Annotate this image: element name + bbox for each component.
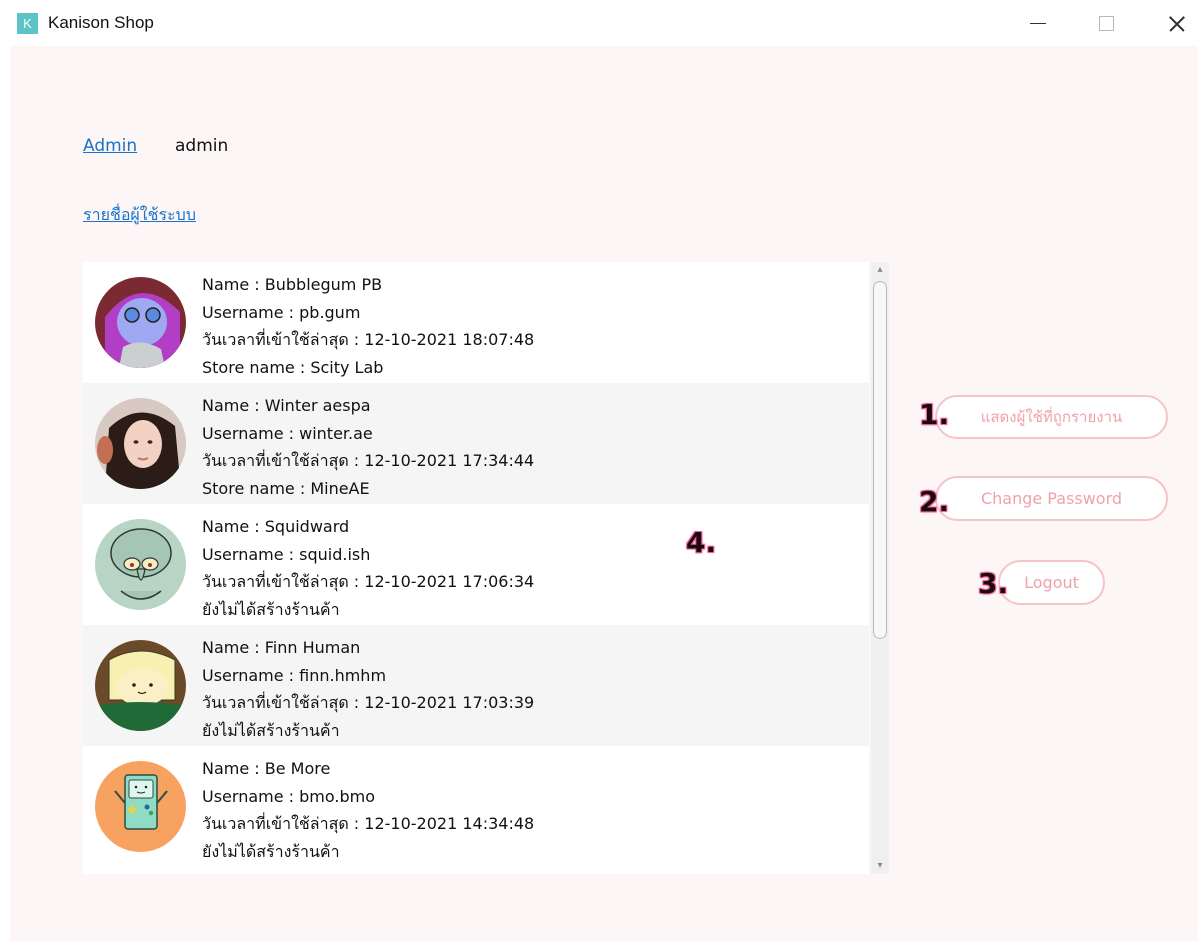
scroll-down-icon[interactable]: ▾ — [871, 858, 889, 874]
user-name: Name : Winter aespa — [202, 396, 371, 415]
annotation-marker-3: 3. — [978, 567, 1009, 600]
user-info: Name : Squidward Username : squid.ish วั… — [202, 513, 534, 624]
admin-link[interactable]: Admin — [83, 136, 137, 156]
user-username: Username : bmo.bmo — [202, 786, 375, 806]
change-password-button[interactable]: Change Password — [935, 476, 1168, 521]
user-last-login: วันเวลาที่เข้าใช้ล่าสุด : 12-10-2021 17:… — [202, 693, 535, 713]
window-title: Kanison Shop — [48, 13, 154, 32]
user-last-login: วันเวลาที่เข้าใช้ล่าสุด : 12-10-2021 17:… — [202, 572, 535, 592]
user-store: ยังไม่ได้สร้างร้านค้า — [202, 721, 340, 741]
annotation-marker-2: 2. — [919, 485, 950, 518]
user-name: Name : Be More — [202, 759, 331, 778]
user-username: Username : squid.ish — [202, 544, 371, 564]
user-store: Store name : MineAE — [202, 479, 370, 499]
user-username: Username : finn.hmhm — [202, 665, 387, 685]
scroll-up-icon[interactable]: ▴ — [871, 262, 889, 278]
user-username: Username : pb.gum — [202, 302, 361, 322]
photo-avatar-icon — [95, 398, 186, 489]
user-store: ยังไม่ได้สร้างร้านค้า — [202, 600, 340, 620]
user-name: Name : Squidward — [202, 517, 350, 536]
user-store: Store name : Scity Lab — [202, 358, 384, 378]
annotation-marker-4: 4. — [686, 526, 717, 559]
user-info: Name : Winter aespa Username : winter.ae… — [202, 392, 534, 503]
minimize-icon[interactable] — [1018, 8, 1058, 40]
user-username: Username : winter.ae — [202, 423, 373, 443]
finn-character-avatar-icon — [95, 640, 186, 731]
main-content: Admin admin รายชื่อผู้ใช้ระบบ Name : Bub… — [10, 46, 1198, 941]
user-store: ยังไม่ได้สร้างร้านค้า — [202, 842, 340, 862]
user-last-login: วันเวลาที่เข้าใช้ล่าสุด : 12-10-2021 17:… — [202, 451, 535, 471]
user-info: Name : Bubblegum PB Username : pb.gum วั… — [202, 271, 534, 382]
user-list-link[interactable]: รายชื่อผู้ใช้ระบบ — [83, 203, 196, 228]
title-bar: K Kanison Shop — [0, 0, 1198, 46]
maximize-icon[interactable] — [1086, 8, 1126, 40]
user-list: Name : Bubblegum PB Username : pb.gum วั… — [83, 262, 869, 874]
annotation-marker-1: 1. — [919, 398, 950, 431]
user-last-login: วันเวลาที่เข้าใช้ล่าสุด : 12-10-2021 14:… — [202, 814, 535, 834]
scroll-thumb[interactable] — [873, 281, 887, 639]
list-item[interactable]: Name : Winter aespa Username : winter.ae… — [83, 383, 869, 504]
show-reported-users-button[interactable]: แสดงผู้ใช้ที่ถูกรายงาน — [935, 395, 1168, 439]
logout-button[interactable]: Logout — [998, 560, 1105, 605]
user-name: Name : Finn Human — [202, 638, 361, 657]
squid-character-avatar-icon — [95, 519, 186, 610]
list-item[interactable]: Name : Squidward Username : squid.ish วั… — [83, 504, 869, 625]
list-item[interactable]: Name : Finn Human Username : finn.hmhm ว… — [83, 625, 869, 746]
bmo-character-avatar-icon — [95, 761, 186, 852]
close-icon[interactable] — [1157, 8, 1197, 40]
user-name: Name : Bubblegum PB — [202, 275, 383, 294]
list-item[interactable]: Name : Be More Username : bmo.bmo วันเวล… — [83, 746, 869, 867]
user-info: Name : Finn Human Username : finn.hmhm ว… — [202, 634, 534, 745]
user-last-login: วันเวลาที่เข้าใช้ล่าสุด : 12-10-2021 18:… — [202, 330, 535, 350]
user-info: Name : Be More Username : bmo.bmo วันเวล… — [202, 755, 534, 866]
app-icon: K — [17, 13, 38, 34]
list-item[interactable]: Name : Bubblegum PB Username : pb.gum วั… — [83, 262, 869, 383]
current-username: admin — [175, 136, 229, 156]
purple-character-avatar-icon — [95, 277, 186, 368]
list-scrollbar[interactable]: ▴ ▾ — [871, 262, 889, 874]
